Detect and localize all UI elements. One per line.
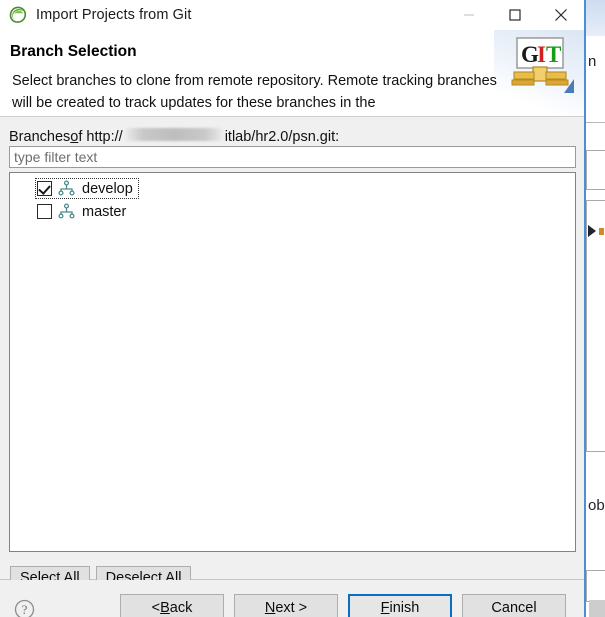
dialog-titlebar[interactable]: Import Projects from Git [0, 0, 584, 30]
dialog-header: Branch Selection Select branches to clon… [0, 30, 584, 117]
dialog-footer: ? < Back Next > Finish Cancel [0, 580, 584, 617]
import-projects-dialog: Import Projects from Git Branch Selectio… [0, 0, 586, 617]
minimize-icon [464, 14, 474, 16]
dialog-title: Import Projects from Git [36, 7, 192, 23]
tree-item-master[interactable]: master [10, 200, 575, 223]
dialog-body: Branches of http:// itlab/hr2.0/psn.git: [0, 117, 584, 591]
checkbox-develop[interactable] [37, 181, 52, 196]
tree-item-develop[interactable]: develop [10, 177, 575, 200]
window-controls [446, 0, 584, 30]
svg-text:?: ? [22, 602, 28, 617]
page-description: Select branches to clone from remote rep… [12, 73, 497, 111]
tree-item-master-focus: master [37, 203, 128, 220]
back-rest: ack [169, 600, 193, 616]
close-button[interactable] [538, 0, 584, 30]
eclipse-icon [9, 6, 27, 24]
back-button[interactable]: < Back [120, 594, 224, 617]
background-field [586, 150, 605, 190]
next-rest: ext > [275, 600, 308, 616]
background-window-titlebar [586, 0, 605, 36]
background-list-panel [586, 200, 605, 452]
branches-label: Branches of http:// itlab/hr2.0/psn.git: [9, 128, 339, 145]
branches-label-mnemonic: o [70, 129, 79, 145]
wizard-buttons: < Back Next > Finish Cancel [120, 594, 566, 617]
finish-rest: inish [389, 600, 420, 616]
close-icon [555, 9, 567, 21]
git-logo: G I T [508, 35, 574, 97]
finish-button[interactable]: Finish [348, 594, 452, 617]
tree-item-label: master [82, 203, 127, 220]
help-question-icon[interactable]: ? [14, 599, 35, 617]
background-separator-top [586, 122, 605, 123]
svg-text:T: T [546, 42, 561, 67]
svg-text:I: I [537, 42, 546, 67]
minimize-button[interactable] [446, 0, 492, 30]
git-branch-icon [58, 203, 75, 220]
page-title: Branch Selection [10, 43, 137, 60]
branches-label-mid: f http:// [78, 129, 123, 145]
maximize-button[interactable] [492, 0, 538, 30]
background-window-title-tail: n [588, 53, 597, 70]
redacted-host-segment [124, 128, 223, 141]
branches-label-suffix: itlab/hr2.0/psn.git: [224, 129, 340, 145]
next-mnemonic: N [264, 600, 276, 616]
maximize-icon [509, 9, 521, 21]
cancel-button[interactable]: Cancel [462, 594, 566, 617]
back-prefix: < [151, 600, 161, 616]
background-text-tail: ob [588, 497, 605, 514]
branch-tree[interactable]: develop master [9, 172, 576, 552]
expand-arrow-icon[interactable] [588, 225, 596, 237]
back-mnemonic: B [160, 600, 170, 616]
screen: n ob Import Projects from Git Branch Sel… [0, 0, 605, 617]
background-footer-field [586, 570, 605, 602]
filter-input[interactable] [9, 146, 576, 168]
checkbox-master[interactable] [37, 204, 52, 219]
background-marker [599, 228, 604, 235]
tree-item-develop-focus: develop [35, 178, 139, 199]
branches-label-prefix: Branches [9, 129, 71, 145]
next-button[interactable]: Next > [234, 594, 338, 617]
tree-item-label: develop [82, 180, 133, 197]
finish-mnemonic: F [380, 600, 390, 616]
git-branch-icon [58, 180, 75, 197]
background-scrollbar[interactable] [589, 600, 605, 617]
